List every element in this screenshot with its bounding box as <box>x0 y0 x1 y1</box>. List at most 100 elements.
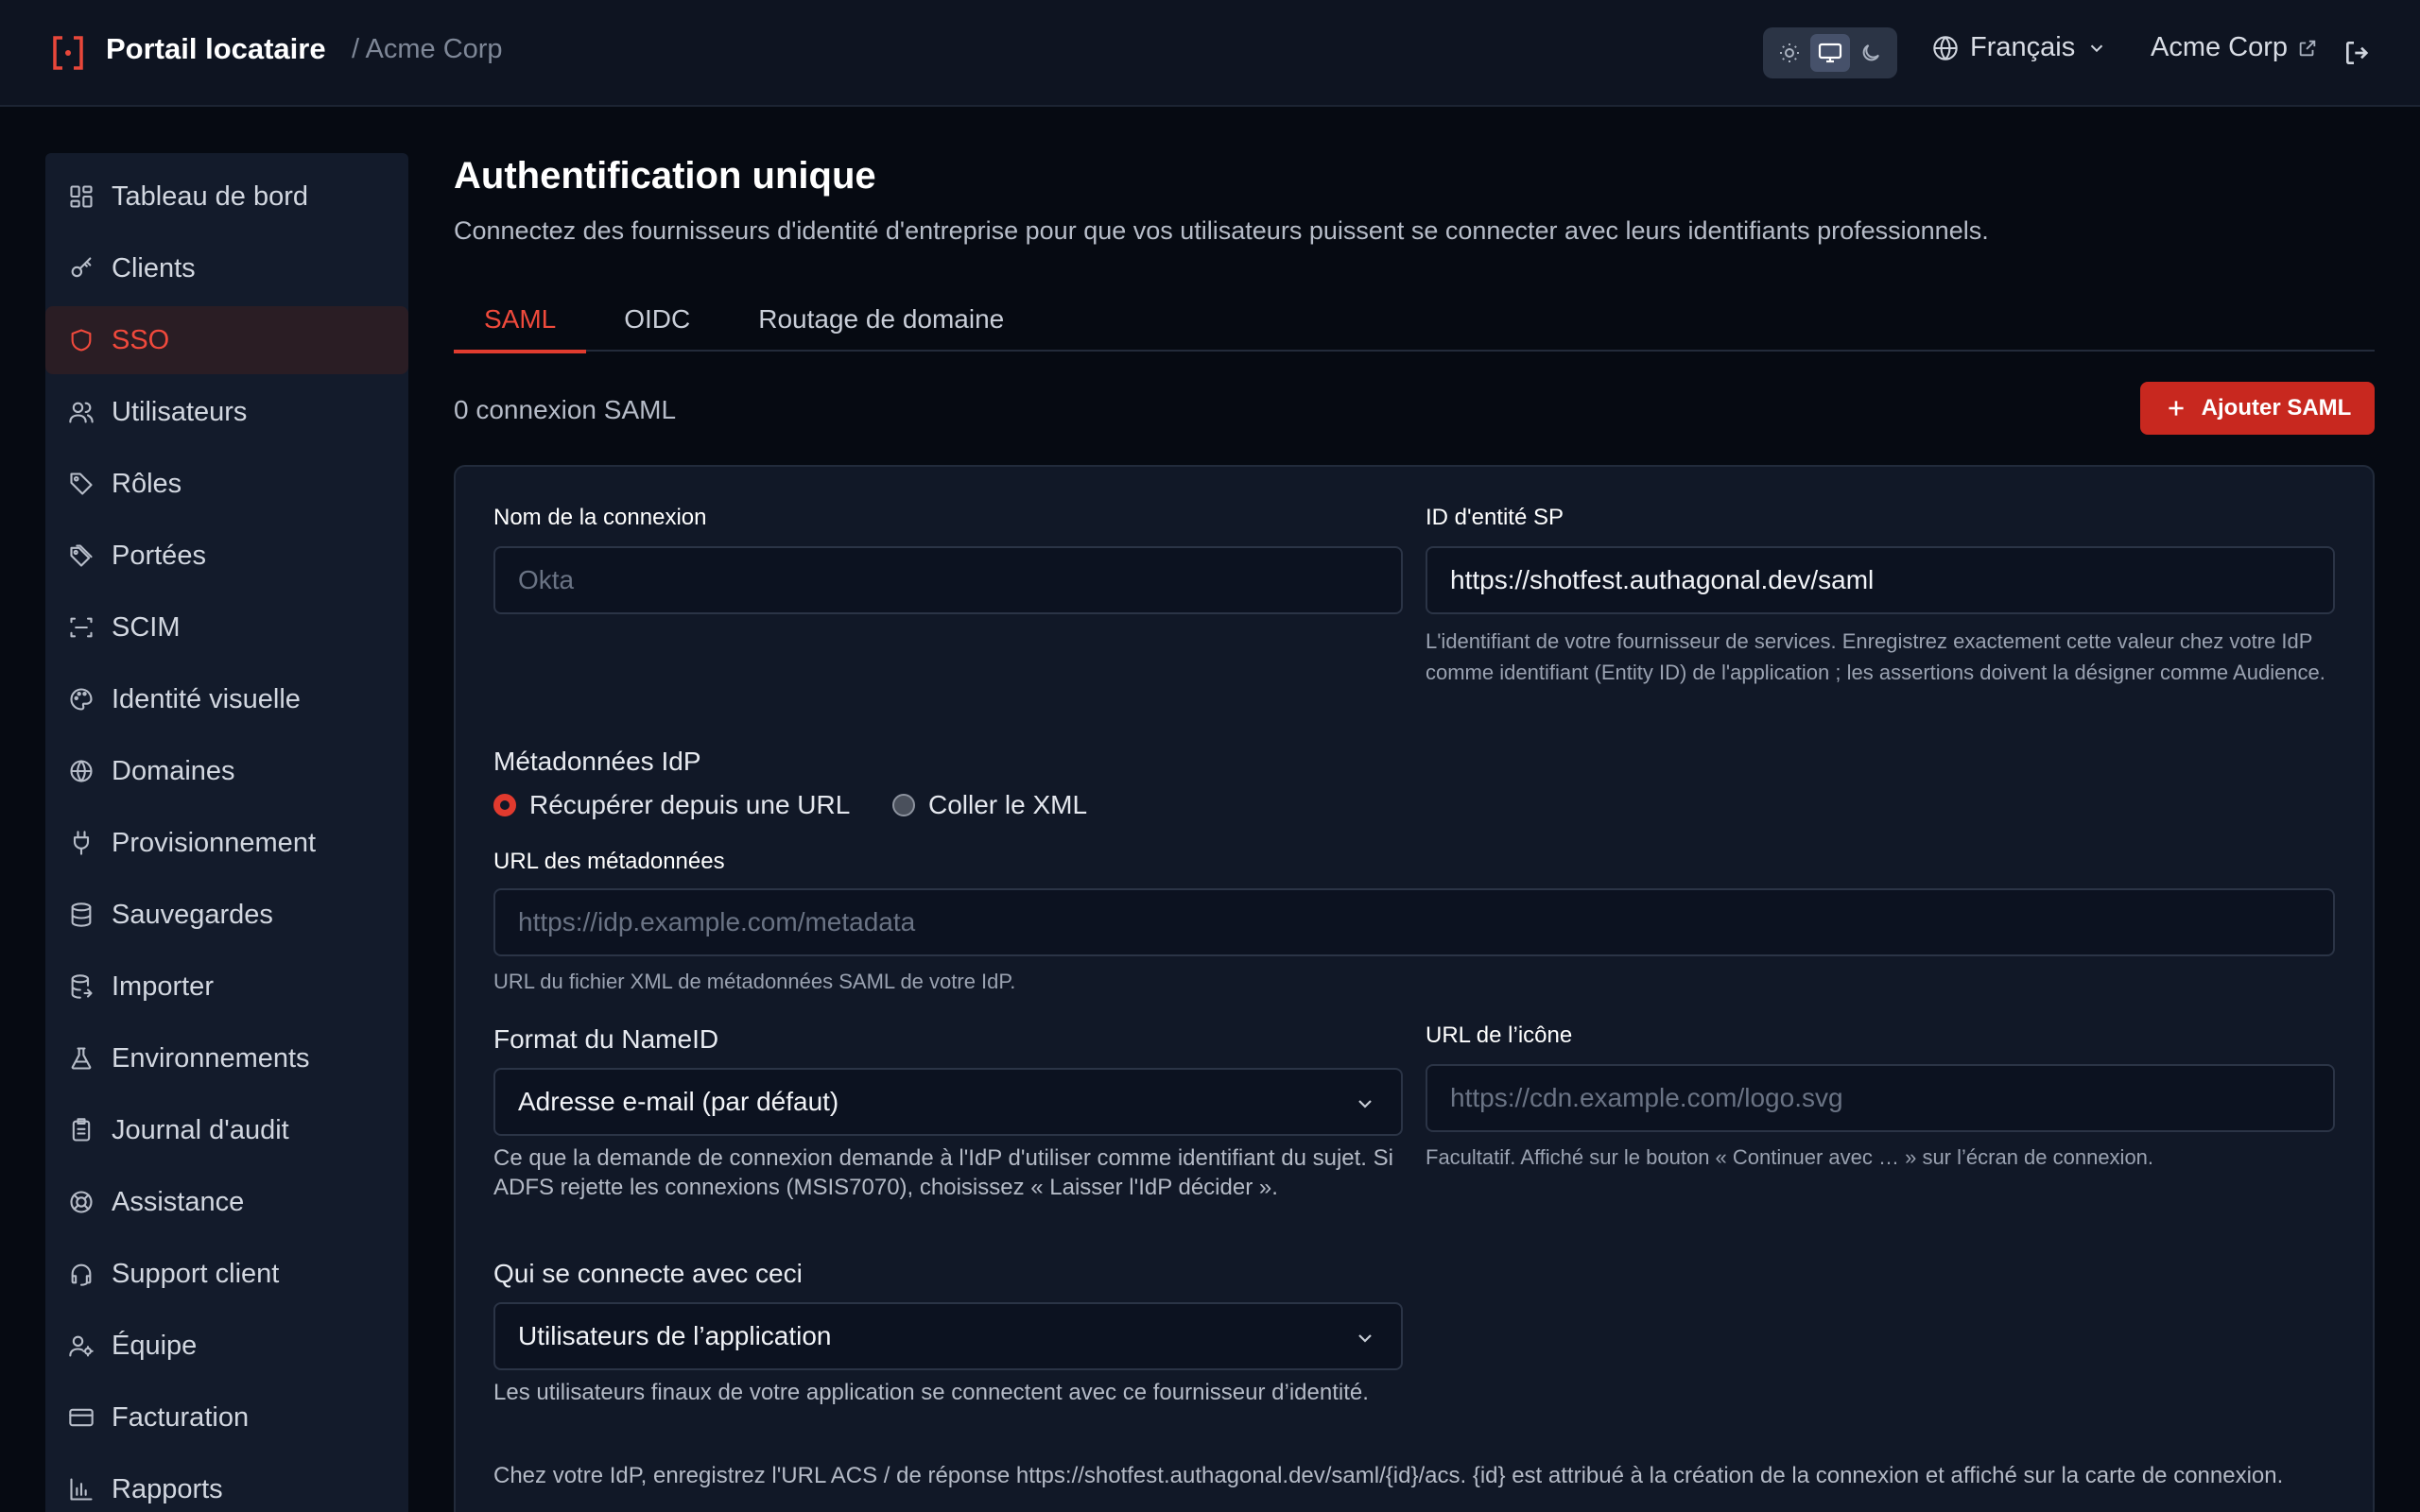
tag-icon <box>66 469 96 499</box>
sidebar-item-clients[interactable]: Clients <box>45 234 408 302</box>
page-title: Authentification unique <box>454 155 876 197</box>
metadata-option-url-label: Récupérer depuis une URL <box>529 790 851 819</box>
nameid-format-label: Format du NameID <box>493 1024 719 1054</box>
sidebar-item-r-les[interactable]: Rôles <box>45 450 408 518</box>
icon-url-placeholder: https://cdn.example.com/logo.svg <box>1450 1083 1843 1112</box>
metadata-url-input[interactable]: https://idp.example.com/metadata <box>493 888 2335 956</box>
theme-system-button[interactable] <box>1809 34 1850 72</box>
tab-saml[interactable]: SAML <box>454 287 587 353</box>
metadata-option-url[interactable]: Récupérer depuis une URL <box>493 790 850 820</box>
radio-xml[interactable] <box>892 794 915 816</box>
headset-icon <box>66 1259 96 1289</box>
radio-url[interactable] <box>493 794 516 816</box>
top-bar: Portail locataire / Acme Corp Français A… <box>0 0 2420 107</box>
chevron-down-icon <box>1358 1100 1372 1108</box>
sidebar-item-journal-d-audit[interactable]: Journal d'audit <box>45 1096 408 1164</box>
sp-entity-id-field[interactable]: https://shotfest.authagonal.dev/saml <box>1426 546 2335 614</box>
sidebar-item-utilisateurs[interactable]: Utilisateurs <box>45 378 408 446</box>
sidebar-item-port-es[interactable]: Portées <box>45 522 408 590</box>
key-icon <box>66 253 96 284</box>
metadata-option-xml-label: Coller le XML <box>928 790 1088 819</box>
flask-icon <box>66 1043 96 1074</box>
add-saml-button[interactable]: Ajouter SAML <box>2140 382 2375 435</box>
scan-icon <box>66 612 96 643</box>
sidebar-item-label: Clients <box>112 252 196 284</box>
sidebar-item-importer[interactable]: Importer <box>45 953 408 1021</box>
language-selector[interactable]: Français <box>1932 32 2107 63</box>
sidebar-item-identit-visuelle[interactable]: Identité visuelle <box>45 665 408 733</box>
saml-connection-form: Nom de la connexion Okta ID d'entité SP … <box>454 465 2375 1512</box>
metadata-url-placeholder: https://idp.example.com/metadata <box>518 907 916 936</box>
sidebar-item-label: Domaines <box>112 755 235 786</box>
main-content: Authentification unique Connectez des fo… <box>454 153 2375 1512</box>
nameid-format-value: Adresse e-mail (par défaut) <box>518 1087 839 1116</box>
dashboard-icon <box>66 181 96 212</box>
sidebar-item-assistance[interactable]: Assistance <box>45 1168 408 1236</box>
chevron-down-icon <box>1358 1334 1372 1343</box>
metadata-option-xml[interactable]: Coller le XML <box>892 790 1087 820</box>
sidebar-item-support-client[interactable]: Support client <box>45 1240 408 1308</box>
sidebar-item-label: Importer <box>112 971 214 1002</box>
audience-select[interactable]: Utilisateurs de l’application <box>493 1302 1403 1370</box>
sidebar-item-domaines[interactable]: Domaines <box>45 737 408 805</box>
acs-url-note: Chez votre IdP, enregistrez l'URL ACS / … <box>493 1463 2284 1488</box>
sidebar-item-label: Utilisateurs <box>112 396 248 427</box>
sidebar-item-rapports[interactable]: Rapports <box>45 1455 408 1512</box>
icon-url-input[interactable]: https://cdn.example.com/logo.svg <box>1426 1064 2335 1132</box>
metadata-url-help: URL du fichier XML de métadonnées SAML d… <box>493 970 1016 993</box>
org-link-label: Acme Corp <box>2151 32 2289 62</box>
sidebar: Tableau de bord Clients SSO Utilisateurs Rôl… <box>45 153 408 1512</box>
clipboard-icon <box>66 1115 96 1145</box>
globe-icon <box>66 756 96 786</box>
plus-icon <box>2169 401 2184 416</box>
database-icon <box>66 900 96 930</box>
external-link-icon <box>2299 40 2316 56</box>
palette-icon <box>66 684 96 714</box>
sidebar-item-tableau-de-bord[interactable]: Tableau de bord <box>45 163 408 231</box>
shield-icon <box>66 325 96 355</box>
chevron-down-icon <box>2090 44 2103 52</box>
logout-icon[interactable] <box>2342 38 2373 68</box>
sidebar-item-label: Support client <box>112 1258 280 1289</box>
org-external-link[interactable]: Acme Corp <box>2151 32 2318 63</box>
sidebar-item-label: SSO <box>112 324 170 355</box>
lifebuoy-icon <box>66 1187 96 1217</box>
sidebar-item-environnements[interactable]: Environnements <box>45 1024 408 1092</box>
sidebar-item-label: Tableau de bord <box>112 180 308 212</box>
metadata-url-label: URL des métadonnées <box>493 849 725 874</box>
page-subtitle: Connectez des fournisseurs d'identité d'… <box>454 216 1989 245</box>
sidebar-item-label: SCIM <box>112 611 181 643</box>
connection-name-label: Nom de la connexion <box>493 505 707 530</box>
connection-name-input[interactable]: Okta <box>493 546 1403 614</box>
monitor-icon <box>1818 43 1842 63</box>
tags-icon <box>66 541 96 571</box>
tab-domain-routing[interactable]: Routage de domaine <box>728 287 1034 352</box>
audience-value: Utilisateurs de l’application <box>518 1321 832 1350</box>
sun-icon <box>1779 43 1799 62</box>
bar-chart-icon <box>66 1474 96 1504</box>
sidebar-item-label: Facturation <box>112 1401 250 1433</box>
sidebar-item-sauvegardes[interactable]: Sauvegardes <box>45 881 408 949</box>
tab-oidc[interactable]: OIDC <box>594 287 720 352</box>
audience-help: Les utilisateurs finaux de votre applica… <box>493 1380 1369 1405</box>
sp-entity-id-help: L'identifiant de votre fournisseur de se… <box>1426 629 2325 684</box>
sidebar-item-facturation[interactable]: Facturation <box>45 1383 408 1452</box>
sidebar-item-label: Sauvegardes <box>112 899 273 930</box>
credit-card-icon <box>66 1402 96 1433</box>
sidebar-item-quipe[interactable]: Équipe <box>45 1312 408 1380</box>
theme-dark-button[interactable] <box>1851 34 1891 72</box>
sidebar-item-sso[interactable]: SSO <box>45 306 408 374</box>
theme-switcher <box>1763 27 1897 78</box>
database-import-icon <box>66 971 96 1002</box>
sidebar-item-scim[interactable]: SCIM <box>45 593 408 662</box>
sidebar-item-label: Équipe <box>112 1330 198 1361</box>
sidebar-item-label: Provisionnement <box>112 827 316 858</box>
sp-entity-id-label: ID d'entité SP <box>1426 505 1564 530</box>
tab-bar: SAML OIDC Routage de domaine <box>454 287 2375 353</box>
sidebar-item-label: Identité visuelle <box>112 683 301 714</box>
icon-url-help: Facultatif. Affiché sur le bouton « Cont… <box>1426 1145 2154 1169</box>
nameid-format-select[interactable]: Adresse e-mail (par défaut) <box>493 1068 1403 1136</box>
plug-icon <box>66 828 96 858</box>
sidebar-item-provisionnement[interactable]: Provisionnement <box>45 809 408 877</box>
theme-light-button[interactable] <box>1770 34 1809 72</box>
